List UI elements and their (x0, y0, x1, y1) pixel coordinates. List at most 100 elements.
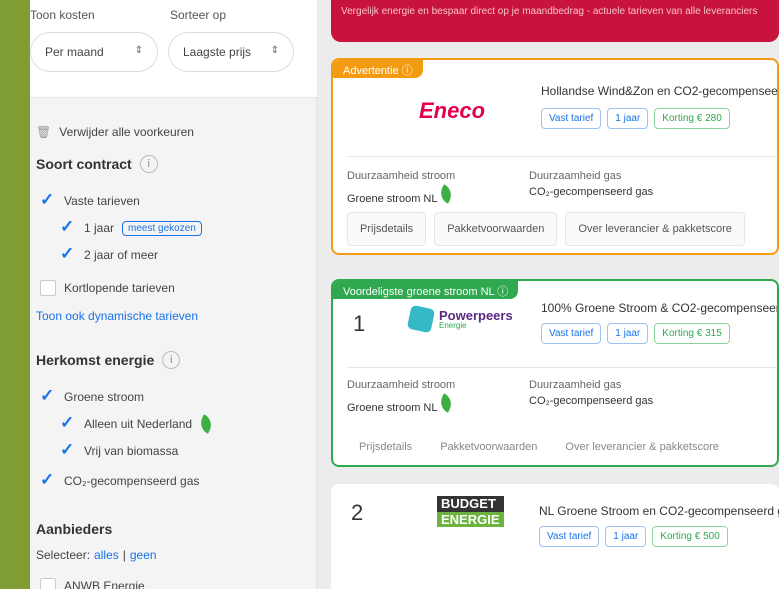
filter-short-rates[interactable]: Kortlopende tarieven (40, 280, 175, 296)
sort-label: Sorteer op (170, 8, 227, 22)
tab-package-terms[interactable]: Pakketvoorwaarden (434, 212, 558, 246)
tab-price-details[interactable]: Prijsdetails (347, 431, 424, 463)
checkbox-fixed-rates[interactable] (40, 190, 56, 210)
sort-select[interactable]: Laagste prijs ⇕ (168, 32, 294, 72)
card-divider (347, 367, 777, 368)
tag-duration: 1 jaar (607, 323, 649, 344)
eneco-logo: Eneco (419, 98, 486, 123)
budget-wordmark: BUDGET (437, 496, 504, 512)
tag-duration: 1 jaar (607, 108, 649, 129)
ribbon-label: Voordeligste groene stroom NL (343, 286, 495, 298)
tag-fixed: Vast tarief (541, 323, 602, 344)
gas-value: CO₂-gecompenseerd gas (529, 395, 654, 407)
filter-two-year[interactable]: 2 jaar of meer (60, 244, 159, 264)
display-options: Toon kosten Sorteer op Per maand ⇕ Laags… (30, 0, 317, 98)
rank-number: 1 (353, 311, 366, 336)
power-value: Groene stroom NL (347, 402, 438, 414)
filter-sidebar: Toon kosten Sorteer op Per maand ⇕ Laags… (30, 0, 317, 589)
gas-label: Duurzaamheid gas (529, 170, 622, 182)
powerpeers-logo: Powerpeers Energie (406, 304, 513, 334)
select-prefix: Selecteer: (36, 548, 91, 562)
tag-duration: 1 jaar (605, 526, 647, 547)
biomass-label: Vrij van biomassa (84, 444, 179, 458)
cost-select[interactable]: Per maand ⇕ (30, 32, 158, 72)
cost-select-value: Per maand (45, 45, 104, 59)
filter-one-year[interactable]: 1 jaar meest gekozen (60, 217, 202, 237)
power-value: Groene stroom NL (347, 193, 438, 205)
tag-fixed: Vast tarief (541, 108, 602, 129)
dynamic-rates-link[interactable]: Toon ook dynamische tarieven (36, 309, 198, 323)
trash-icon: 🗑 (36, 125, 52, 139)
gas-sustainability: Duurzaamheid gas CO₂-gecompenseerd gas (529, 379, 653, 407)
one-year-label: 1 jaar (84, 221, 115, 235)
offer-card[interactable]: Advertentie ⓘ Eneco Hollandse Wind&Zon e… (331, 58, 779, 255)
fixed-rates-label: Vaste tarieven (64, 194, 140, 208)
filter-green-power[interactable]: Groene stroom (40, 386, 145, 406)
filter-co2-gas[interactable]: CO₂-gecompenseerd gas (40, 470, 200, 490)
checkbox-two-year[interactable] (60, 244, 76, 264)
tab-supplier-info[interactable]: Over leverancier & pakketscore (565, 212, 745, 246)
checkbox-short-rates[interactable] (40, 280, 56, 296)
tab-package-terms[interactable]: Pakketvoorwaarden (428, 431, 549, 463)
card-divider (347, 156, 777, 157)
promo-banner[interactable]: Vergelijk energie en bespaar direct op j… (331, 0, 779, 42)
checkbox-one-year[interactable] (60, 217, 76, 237)
filter-nl-only[interactable]: Alleen uit Nederland (60, 413, 215, 434)
advertisement-ribbon: Advertentie ⓘ (333, 60, 423, 78)
checkbox-supplier-anwb[interactable] (40, 578, 56, 589)
offer-title[interactable]: Hollandse Wind&Zon en CO2-gecompenseerd … (541, 84, 777, 98)
checkbox-green-power[interactable] (40, 386, 56, 406)
suppliers-heading: Aanbieders (36, 521, 112, 537)
power-sustainability: Duurzaamheid stroom Groene stroom NL (347, 379, 455, 414)
power-label: Duurzaamheid stroom (347, 379, 456, 391)
contract-heading-label: Soort contract (36, 156, 132, 172)
powerpeers-subtitle: Energie (439, 320, 467, 330)
select-none-link[interactable]: geen (130, 548, 157, 562)
origin-heading: Herkomst energie i (36, 351, 181, 369)
filter-supplier-anwb[interactable]: ANWB Energie (40, 578, 145, 589)
supplier-anwb-label: ANWB Energie (64, 579, 145, 589)
tab-price-details[interactable]: Prijsdetails (347, 212, 427, 246)
nl-only-label: Alleen uit Nederland (84, 417, 193, 431)
tab-supplier-info[interactable]: Over leverancier & pakketscore (553, 431, 730, 463)
offer-card[interactable]: 2 BUDGET ENERGIE NL Groene Stroom en CO2… (331, 484, 779, 589)
cost-label: Toon kosten (30, 8, 95, 22)
leaf-icon (197, 414, 215, 434)
select-separator: | (122, 548, 126, 562)
clear-preferences-button[interactable]: 🗑 Verwijder alle voorkeuren (36, 125, 194, 139)
offer-tags: Vast tarief 1 jaar Korting € 315 (541, 323, 730, 344)
short-rates-label: Kortlopende tarieven (64, 281, 175, 295)
checkbox-nl-only[interactable] (60, 413, 76, 433)
offer-tabs: Prijsdetails Pakketvoorwaarden Over leve… (347, 212, 745, 246)
tag-discount: Korting € 500 (652, 526, 728, 547)
offer-tabs: Prijsdetails Pakketvoorwaarden Over leve… (347, 431, 731, 463)
sort-select-value: Laagste prijs (183, 45, 252, 59)
leaf-icon (437, 184, 455, 204)
power-sustainability: Duurzaamheid stroom Groene stroom NL (347, 170, 455, 205)
gas-sustainability: Duurzaamheid gas CO₂-gecompenseerd gas (529, 170, 653, 198)
tag-fixed: Vast tarief (539, 526, 600, 547)
sort-arrows-icon: ⇕ (270, 45, 279, 56)
co2-gas-label: CO₂-gecompenseerd gas (64, 474, 200, 488)
ribbon-label: Advertentie (343, 65, 399, 77)
info-icon[interactable]: i (139, 155, 158, 173)
offer-title[interactable]: 100% Groene Stroom & CO2-gecompenseerd g… (541, 301, 777, 315)
checkbox-biomass[interactable] (60, 440, 76, 460)
offer-tags: Vast tarief 1 jaar Korting € 500 (539, 526, 728, 547)
supplier-select-row: Selecteer: alles | geen (36, 548, 157, 562)
offer-tags: Vast tarief 1 jaar Korting € 280 (541, 108, 730, 129)
tag-discount: Korting € 280 (654, 108, 730, 129)
two-year-label: 2 jaar of meer (84, 248, 159, 262)
green-power-label: Groene stroom (64, 390, 145, 404)
offer-card[interactable]: Voordeligste groene stroom NL ⓘ 1 Powerp… (331, 279, 779, 467)
powerpeers-mark-icon (406, 304, 436, 334)
info-icon[interactable]: i (162, 351, 181, 369)
select-all-link[interactable]: alles (94, 548, 119, 562)
contract-heading: Soort contract i (36, 155, 158, 173)
power-label: Duurzaamheid stroom (347, 170, 456, 182)
checkbox-co2-gas[interactable] (40, 470, 56, 490)
filter-biomass[interactable]: Vrij van biomassa (60, 440, 179, 460)
filter-fixed-rates[interactable]: Vaste tarieven (40, 190, 140, 210)
powerpeers-wordmark: Powerpeers (439, 307, 513, 323)
offer-title[interactable]: NL Groene Stroom en CO2-gecompenseerd ga… (539, 504, 779, 518)
